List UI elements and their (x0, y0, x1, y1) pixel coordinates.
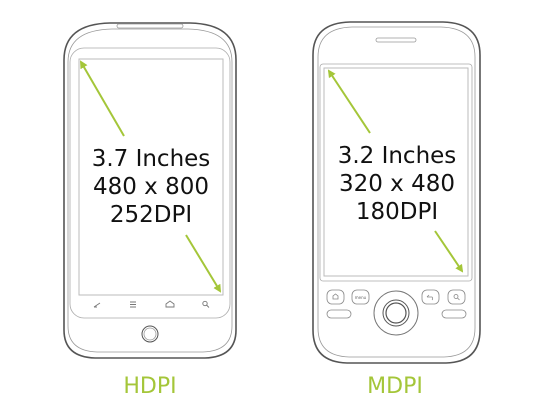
search-icon (202, 300, 210, 308)
hdpi-resolution: 480 x 800 (93, 174, 209, 200)
call-key (326, 309, 352, 319)
hdpi-nav-icons (93, 300, 210, 308)
diagonal-arrow-top (327, 69, 371, 134)
search-icon (453, 294, 460, 301)
trackball (373, 290, 419, 336)
diagonal-arrow-top (79, 60, 125, 137)
end-key (441, 309, 467, 319)
mdpi-label: MDPI (367, 374, 423, 399)
hdpi-label: HDPI (123, 374, 176, 399)
back-icon (426, 294, 434, 301)
mdpi-resolution: 320 x 480 (339, 171, 455, 197)
mdpi-size: 3.2 Inches (338, 143, 457, 169)
home-key (326, 289, 345, 305)
search-key (447, 289, 466, 305)
home-icon (165, 300, 175, 308)
diagonal-arrow-bottom (185, 234, 222, 293)
back-icon (93, 302, 101, 308)
home-icon (332, 293, 339, 300)
menu-key-label: menu (355, 295, 367, 300)
hdpi-size: 3.7 Inches (92, 146, 211, 172)
menu-icon (130, 301, 136, 308)
density-diagram: 3.7 Inches 480 x 800 252DPI HDPI menu 3.… (63, 21, 481, 399)
mdpi-density: 180DPI (356, 199, 438, 225)
hdpi-home-button (141, 325, 159, 343)
diagonal-arrow-bottom (434, 230, 464, 273)
hdpi-density: 252DPI (110, 202, 192, 228)
